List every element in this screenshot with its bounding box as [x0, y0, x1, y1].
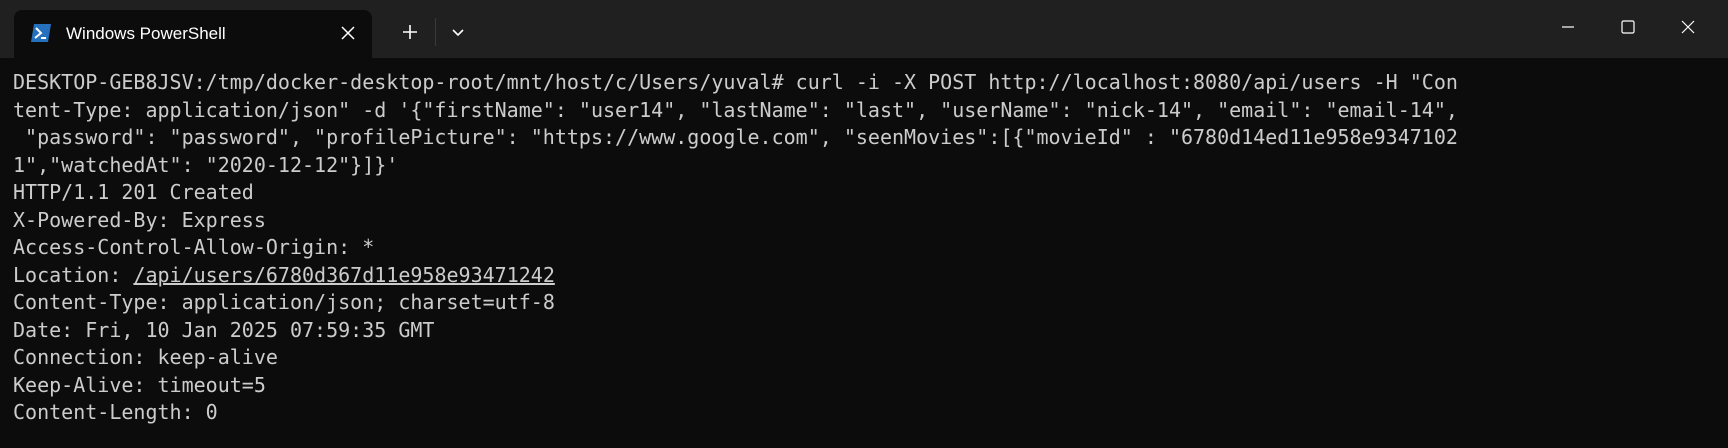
header-value: Fri, 10 Jan 2025 07:59:35 GMT: [85, 317, 435, 342]
response-header: Content-Type: application/json; charset=…: [13, 290, 555, 314]
http-status-line: HTTP/1.1 201 Created: [13, 180, 254, 204]
header-name: Content-Length: [13, 400, 182, 424]
header-name: X-Powered-By: [13, 207, 158, 232]
tab-dropdown-button[interactable]: [440, 14, 476, 50]
tab-title: Windows PowerShell: [66, 24, 226, 43]
header-value: 0: [205, 400, 218, 424]
header-value: *: [362, 235, 375, 259]
plus-icon: [403, 25, 417, 39]
header-value: application/json; charset=utf-8: [181, 290, 555, 314]
response-header: Location: /api/users/6780d367d11e958e934…: [13, 262, 555, 287]
response-header: X-Powered-By: Express: [13, 207, 266, 232]
header-name: Connection: [13, 345, 134, 369]
tab-windows-powershell[interactable]: Windows PowerShell: [14, 10, 372, 58]
header-name: Location: [13, 262, 110, 287]
maximize-icon: [1621, 20, 1635, 34]
title-bar: Windows PowerShell: [0, 0, 1728, 58]
header-name: Keep-Alive: [13, 372, 134, 397]
command-line: "password": "password", "profilePicture"…: [13, 125, 1458, 149]
header-value: timeout=5: [157, 372, 266, 397]
command-line: tent-Type: application/json" -d '{"first…: [13, 97, 1458, 122]
location-link[interactable]: /api/users/6780d367d11e958e93471242: [133, 263, 554, 287]
minimize-icon: [1562, 26, 1574, 28]
chevron-down-icon: [452, 29, 464, 37]
header-name: Date: [13, 317, 62, 342]
command-line: DESKTOP-GEB8JSV:/tmp/docker-desktop-root…: [13, 70, 1458, 94]
header-value: keep-alive: [157, 345, 278, 369]
header-value: Express: [181, 207, 266, 232]
response-header: Connection: keep-alive: [13, 345, 278, 369]
window-close-button[interactable]: [1648, 0, 1728, 52]
new-tab-button[interactable]: [392, 14, 428, 50]
terminal-output[interactable]: DESKTOP-GEB8JSV:/tmp/docker-desktop-root…: [0, 58, 1728, 448]
powershell-icon: [30, 23, 52, 43]
close-icon: [341, 26, 355, 40]
close-icon: [1681, 20, 1695, 34]
header-name: Content-Type: [13, 290, 158, 314]
command-line: 1","watchedAt": "2020-12-12"}]}': [13, 152, 399, 177]
header-name: Access-Control-Allow-Origin: [13, 235, 339, 259]
response-header: Keep-Alive: timeout=5: [13, 372, 266, 397]
divider: [435, 18, 436, 46]
response-header: Content-Length: 0: [13, 400, 218, 424]
response-header: Access-Control-Allow-Origin: *: [13, 235, 375, 259]
response-header: Date: Fri, 10 Jan 2025 07:59:35 GMT: [13, 317, 435, 342]
tab-close-button[interactable]: [336, 21, 360, 45]
